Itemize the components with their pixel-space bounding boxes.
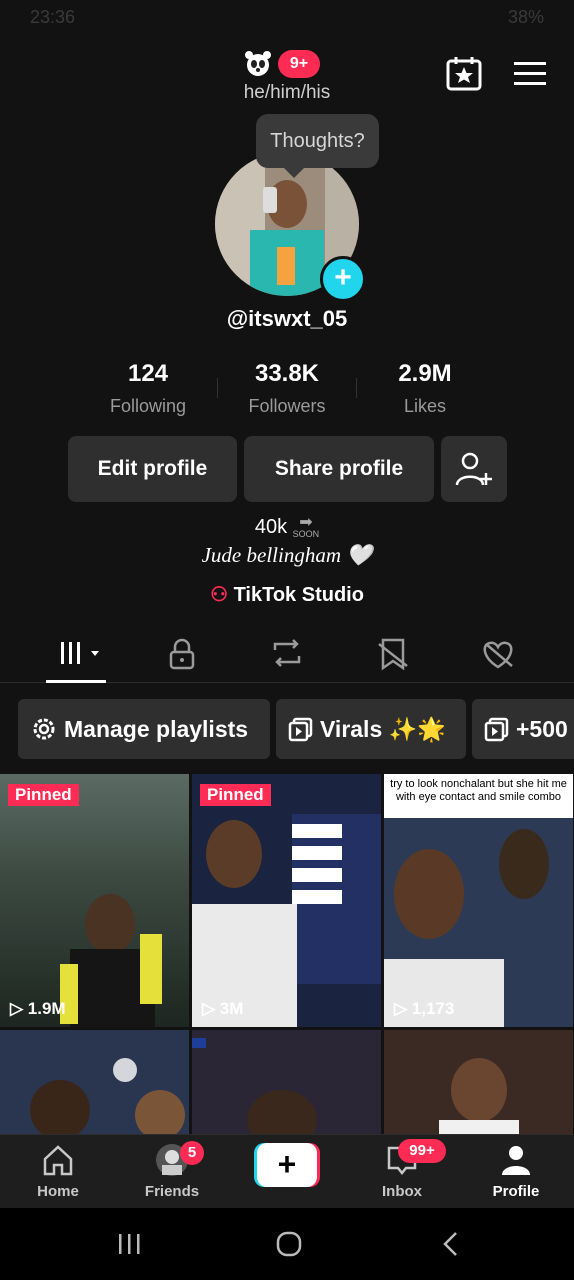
edit-profile-button[interactable]: Edit profile bbox=[68, 436, 237, 502]
friends-badge: 5 bbox=[180, 1141, 204, 1165]
playlist-third[interactable]: +500 bbox=[472, 699, 574, 759]
inbox-badge: 99+ bbox=[398, 1139, 446, 1163]
chip-label: Virals ✨🌟 bbox=[320, 716, 446, 742]
stat-following[interactable]: 124 Following bbox=[78, 360, 218, 417]
manage-playlists-button[interactable]: Manage playlists bbox=[18, 699, 270, 759]
chip-label: +500 bbox=[516, 716, 568, 742]
calendar-star-icon[interactable] bbox=[444, 54, 484, 94]
video-thumbnail[interactable] bbox=[0, 1030, 189, 1134]
panda-icon[interactable] bbox=[244, 50, 272, 78]
view-count-value: 3M bbox=[219, 999, 244, 1018]
thoughts-bubble[interactable]: Thoughts? bbox=[256, 114, 379, 178]
share-profile-button[interactable]: Share profile bbox=[244, 436, 434, 502]
add-story-button[interactable]: + bbox=[320, 256, 366, 302]
system-nav-bar bbox=[0, 1208, 574, 1280]
tab-reposts[interactable] bbox=[257, 630, 317, 680]
tiktok-studio-link[interactable]: ⚇ TikTok Studio bbox=[0, 582, 574, 607]
nav-home[interactable]: Home bbox=[8, 1143, 108, 1200]
nav-friends[interactable]: Friends 5 bbox=[122, 1141, 222, 1200]
back-icon[interactable] bbox=[440, 1231, 462, 1257]
status-bar: 23:36 38% bbox=[0, 0, 574, 36]
pronouns: he/him/his bbox=[243, 82, 331, 103]
tab-videos[interactable] bbox=[46, 630, 106, 680]
status-time: 23:36 bbox=[30, 7, 76, 27]
nav-label: Home bbox=[37, 1183, 79, 1200]
grid-icon bbox=[61, 642, 99, 664]
tab-private[interactable] bbox=[152, 630, 212, 680]
video-thumbnail[interactable]: Pinned ▷ 3M bbox=[192, 774, 381, 1027]
nav-label: Profile bbox=[492, 1183, 540, 1200]
nav-label: Inbox bbox=[382, 1183, 422, 1200]
bio-line-2: Jude bellingham 🤍 bbox=[201, 543, 373, 567]
bio-line-1: 40k ➡ SOON bbox=[0, 514, 574, 540]
view-count-value: 1.9M bbox=[27, 999, 66, 1018]
status-battery: 38% bbox=[507, 7, 544, 27]
stat-value: 2.9M bbox=[398, 360, 452, 387]
video-thumbnail[interactable]: Pinned ▷ 1.9M bbox=[0, 774, 189, 1027]
video-grid: Pinned ▷ 1.9M Pinned ▷ 3M try to look no… bbox=[0, 774, 574, 1134]
playlist-icon bbox=[484, 717, 509, 742]
nav-inbox[interactable]: Inbox 99+ bbox=[352, 1139, 452, 1200]
view-count: ▷ 3M bbox=[202, 999, 244, 1018]
stat-followers[interactable]: 33.8K Followers bbox=[217, 360, 357, 417]
tab-favorites[interactable] bbox=[364, 630, 424, 680]
heart-hidden-icon bbox=[483, 641, 513, 669]
bottom-nav: Home Friends 5 + Inbox 99+ Profile bbox=[0, 1134, 574, 1209]
video-thumbnail[interactable] bbox=[384, 1030, 573, 1134]
notification-badge[interactable]: 9+ bbox=[278, 50, 320, 78]
stat-label: Followers bbox=[248, 396, 326, 416]
username: @itswxt_05 bbox=[226, 306, 348, 331]
home-button-icon[interactable] bbox=[276, 1231, 302, 1257]
video-caption: try to look nonchalant but she hit me wi… bbox=[384, 774, 573, 818]
nav-label: Friends bbox=[144, 1183, 200, 1200]
studio-label: TikTok Studio bbox=[233, 584, 364, 606]
view-count: ▷ 1,173 bbox=[394, 999, 455, 1018]
pinned-badge: Pinned bbox=[200, 784, 271, 806]
tab-liked[interactable] bbox=[468, 630, 528, 680]
stat-label: Likes bbox=[403, 396, 447, 416]
profile-icon bbox=[502, 1146, 530, 1175]
stat-label: Following bbox=[109, 396, 187, 416]
stat-value: 124 bbox=[127, 360, 169, 387]
bookmark-hidden-icon bbox=[378, 638, 408, 671]
create-button[interactable]: + bbox=[254, 1143, 320, 1187]
stat-value: 33.8K bbox=[254, 360, 320, 387]
add-friend-button[interactable] bbox=[441, 436, 507, 502]
bio-text: 40k bbox=[254, 516, 288, 538]
view-count: ▷ 1.9M bbox=[10, 999, 66, 1018]
home-icon bbox=[43, 1145, 73, 1176]
content-tabs bbox=[0, 630, 574, 683]
view-count-value: 1,173 bbox=[411, 999, 455, 1018]
video-thumbnail[interactable]: try to look nonchalant but she hit me wi… bbox=[384, 774, 573, 1027]
lock-icon bbox=[169, 638, 195, 670]
add-user-icon bbox=[455, 452, 492, 486]
soon-arrow-icon: ➡ SOON bbox=[292, 514, 320, 540]
soon-label: SOON bbox=[292, 529, 320, 540]
chip-label: Manage playlists bbox=[64, 716, 249, 742]
stat-likes[interactable]: 2.9M Likes bbox=[355, 360, 495, 417]
playlist-virals[interactable]: Virals ✨🌟 bbox=[276, 699, 466, 759]
tab-indicator bbox=[46, 680, 106, 683]
playlist-icon bbox=[288, 717, 313, 742]
gear-icon bbox=[33, 718, 55, 740]
repost-icon bbox=[273, 639, 301, 667]
recent-apps-icon[interactable] bbox=[116, 1232, 142, 1256]
menu-icon[interactable] bbox=[510, 54, 550, 94]
pinned-badge: Pinned bbox=[8, 784, 79, 806]
nav-profile[interactable]: Profile bbox=[466, 1143, 566, 1200]
studio-icon: ⚇ bbox=[210, 584, 228, 606]
plus-icon: + bbox=[257, 1143, 317, 1187]
video-thumbnail[interactable] bbox=[192, 1030, 381, 1134]
